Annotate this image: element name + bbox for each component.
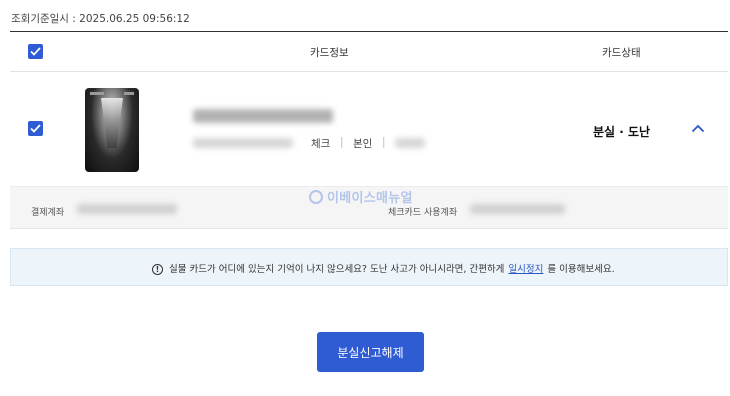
check-card-account-redacted	[470, 204, 565, 214]
release-loss-report-button[interactable]: 분실신고해제	[317, 332, 424, 372]
checkmark-icon	[30, 47, 41, 56]
card-number-redacted	[193, 138, 293, 148]
card-brand-mark	[90, 92, 104, 95]
table-row: 체크 | 본인 | 분실 · 도난	[10, 72, 728, 186]
chevron-up-icon[interactable]	[691, 124, 705, 133]
card-type: 체크	[311, 138, 331, 150]
card-name-redacted	[193, 109, 333, 123]
inquiry-timestamp: 조회기준일시 : 2025.06.25 09:56:12	[11, 13, 190, 25]
notice-text: 실물 카드가 어디에 있는지 기억이 나지 않으세요? 도난 사고가 아니시라면…	[169, 264, 505, 275]
card-extra-redacted	[395, 138, 425, 148]
watermark-text: 이베이스매뉴얼	[327, 191, 413, 206]
select-all-checkbox[interactable]	[28, 44, 43, 59]
pause-card-link[interactable]: 일시정지	[508, 264, 543, 275]
meta-separator: |	[382, 136, 386, 148]
payment-account-label: 결제계좌	[31, 208, 65, 218]
notice-text-end: 를 이용해보세요.	[547, 264, 615, 275]
watermark: 이베이스매뉴얼	[309, 187, 413, 206]
payment-account-redacted	[77, 204, 177, 214]
watermark-logo-icon	[309, 190, 323, 204]
card-graphic	[101, 98, 123, 148]
column-header-card-status: 카드상태	[602, 47, 641, 59]
info-circle-icon: !	[152, 264, 163, 275]
column-header-card-info: 카드정보	[310, 47, 349, 59]
checkmark-icon	[30, 124, 41, 133]
card-brand-mark	[124, 92, 134, 95]
check-card-account-label: 체크카드 사용계좌	[388, 208, 458, 218]
card-status: 분실 · 도난	[593, 125, 651, 139]
table-header: 카드정보 카드상태	[10, 32, 728, 72]
card-owner: 본인	[353, 138, 373, 150]
card-image	[85, 88, 139, 172]
notice-content: ! 실물 카드가 어디에 있는지 기억이 나지 않으세요? 도난 사고가 아니시라…	[152, 261, 615, 275]
notice-banner: ! 실물 카드가 어디에 있는지 기억이 나지 않으세요? 도난 사고가 아니시라…	[10, 248, 728, 286]
row-select-checkbox[interactable]	[28, 121, 43, 136]
meta-separator: |	[340, 136, 344, 148]
